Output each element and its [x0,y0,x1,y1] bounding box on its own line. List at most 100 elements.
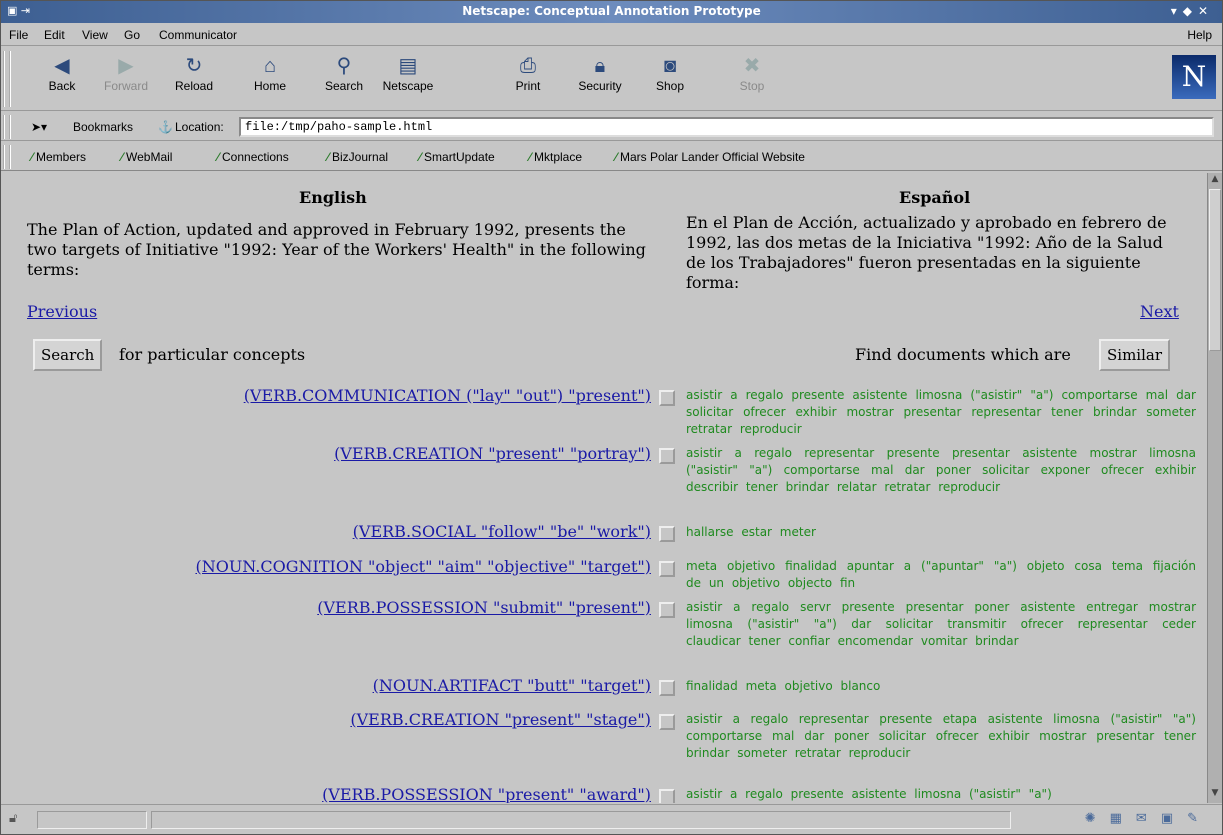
concept-link[interactable]: (VERB.CREATION "present" "portray") [334,444,651,463]
concept-link[interactable]: (NOUN.ARTIFACT "butt" "target") [373,676,651,695]
concept-checkbox[interactable] [659,390,675,406]
translation-words: hallarse estar meter [686,525,816,539]
vertical-scrollbar[interactable]: ▲ ▼ [1207,173,1222,803]
menu-go[interactable]: Go [124,28,140,42]
toolbar-grip[interactable] [3,51,11,107]
bookmark-bizjournal[interactable]: ⁄ BizJournal [327,150,388,164]
translation-words: asistir a regalo presente asistente limo… [686,388,1196,436]
scroll-thumb[interactable] [1209,189,1221,351]
location-icon[interactable]: ⚓ [158,120,173,134]
bookmark-icon: ⁄ [327,150,330,164]
status-text-field [151,811,1011,829]
concept-row: (VERB.POSSESSION "submit" "present") asi… [3,598,1206,674]
component-bar-icons[interactable]: ✺▦✉▣✎ [1085,811,1212,826]
concept-link[interactable]: (NOUN.COGNITION "object" "aim" "objectiv… [195,557,651,576]
url-field[interactable]: file:/tmp/paho-sample.html [239,117,1214,137]
concept-checkbox[interactable] [659,789,675,803]
translation-words: asistir a regalo representar presente pr… [686,446,1196,494]
concept-link[interactable]: (VERB.CREATION "present" "stage") [350,710,651,729]
concept-row: (VERB.COMMUNICATION ("lay" "out") "prese… [3,386,1206,444]
find-description: Find documents which are [855,345,1071,364]
menu-view[interactable]: View [82,28,108,42]
concept-link[interactable]: (VERB.POSSESSION "present" "award") [322,785,651,803]
stop-button[interactable]: ✖ Stop [723,53,781,93]
bookmark-connections[interactable]: ⁄ Connections [217,150,289,164]
personal-toolbar: ⁄ Members ⁄ WebMail ⁄ Connections ⁄ BizJourn… [1,143,1222,171]
concept-row: (VERB.CREATION "present" "stage") asisti… [3,710,1206,782]
personal-grip[interactable] [3,145,11,169]
translation-words: finalidad meta objetivo blanco [686,679,881,693]
netscape-logo[interactable]: N [1172,55,1216,99]
bookmark-icon: ⁄ [419,150,422,164]
concept-row: (VERB.SOCIAL "follow" "be" "work") halla… [3,522,1206,558]
concept-checkbox[interactable] [659,714,675,730]
concept-link[interactable]: (VERB.SOCIAL "follow" "be" "work") [353,522,651,541]
bookmark-icon: ⁄ [615,150,618,164]
back-button[interactable]: ◀ Back [33,53,91,93]
title-bar[interactable]: ▣ ⇥ Netscape: Conceptual Annotation Prot… [1,1,1222,23]
english-paragraph: The Plan of Action, updated and approved… [27,220,646,279]
scroll-down-arrow-icon[interactable]: ▼ [1209,788,1221,802]
home-button[interactable]: ⌂ Home [241,53,299,93]
forward-arrow-icon: ▶ [118,55,134,77]
concept-row: (VERB.POSSESSION "present" "award") asis… [3,785,1206,803]
bookmark-mars-polar-lander[interactable]: ⁄ Mars Polar Lander Official Website [615,150,805,164]
forward-button[interactable]: ▶ Forward [97,53,155,93]
browser-window: ▣ ⇥ Netscape: Conceptual Annotation Prot… [0,0,1223,835]
menu-edit[interactable]: Edit [44,28,65,42]
padlock-icon: 🔒︎ [594,55,606,77]
home-icon: ⌂ [263,55,277,77]
menu-file[interactable]: File [9,28,28,42]
concept-checkbox[interactable] [659,526,675,542]
printer-icon: ⎙ [520,55,536,77]
concept-checkbox[interactable] [659,561,675,577]
translation-words: asistir a regalo presente asistente limo… [686,787,1052,801]
search-button[interactable]: ⚲ Search [315,53,373,93]
location-bar: ➤▾ Bookmarks ⚓ Location: file:/tmp/paho-… [1,113,1222,141]
concept-link[interactable]: (VERB.COMMUNICATION ("lay" "out") "prese… [244,386,651,405]
english-header: English [299,188,367,207]
spanish-header: Español [899,188,971,207]
window-title: Netscape: Conceptual Annotation Prototyp… [462,4,761,18]
concept-link[interactable]: (VERB.POSSESSION "submit" "present") [317,598,651,617]
next-link[interactable]: Next [1140,302,1179,321]
previous-link[interactable]: Previous [27,302,97,321]
security-button[interactable]: 🔒︎ Security [571,53,629,93]
shop-icon: ◙ [663,55,677,77]
scroll-up-arrow-icon[interactable]: ▲ [1209,174,1221,188]
security-lock-icon[interactable]: 🔓︎ [9,811,33,829]
concept-checkbox[interactable] [659,602,675,618]
concept-row: (VERB.CREATION "present" "portray") asis… [3,444,1206,520]
navigation-toolbar: ◀ Back ▶ Forward ↻ Reload ⌂ Home ⚲ Search ▤ Ne… [1,47,1222,111]
search-concepts-button[interactable]: Search [33,339,103,371]
bookmark-smartupdate[interactable]: ⁄ SmartUpdate [419,150,495,164]
bookmarks-icon[interactable]: ➤▾ [31,120,47,134]
reload-icon: ↻ [185,55,203,77]
bookmark-icon: ⁄ [121,150,124,164]
concept-checkbox[interactable] [659,680,675,696]
shop-button[interactable]: ◙ Shop [641,53,699,93]
progress-field [37,811,147,829]
concept-row: (NOUN.ARTIFACT "butt" "target") finalida… [3,676,1206,710]
translation-words: meta objetivo finalidad apuntar a ("apun… [686,559,1196,590]
bookmark-webmail[interactable]: ⁄ WebMail [121,150,172,164]
search-icon: ⚲ [336,55,352,77]
my-netscape-icon: ▤ [398,55,418,77]
location-grip[interactable] [3,115,11,139]
bookmark-members[interactable]: ⁄ Members [31,150,86,164]
similar-button[interactable]: Similar [1099,339,1171,371]
window-controls[interactable]: ▾◆✕ [1171,4,1214,18]
bookmark-icon: ⁄ [31,150,34,164]
print-button[interactable]: ⎙ Print [499,53,557,93]
reload-button[interactable]: ↻ Reload [165,53,223,93]
bookmark-icon: ⁄ [217,150,220,164]
translation-words: asistir a regalo servr presente presenta… [686,600,1196,648]
bookmark-mktplace[interactable]: ⁄ Mktplace [529,150,582,164]
netscape-button[interactable]: ▤ Netscape [379,53,437,93]
bookmarks-button[interactable]: Bookmarks [73,120,133,134]
menu-help[interactable]: Help [1187,28,1212,42]
concept-checkbox[interactable] [659,448,675,464]
menu-communicator[interactable]: Communicator [159,28,237,42]
concept-row: (NOUN.COGNITION "object" "aim" "objectiv… [3,557,1206,597]
search-description: for particular concepts [119,345,306,364]
